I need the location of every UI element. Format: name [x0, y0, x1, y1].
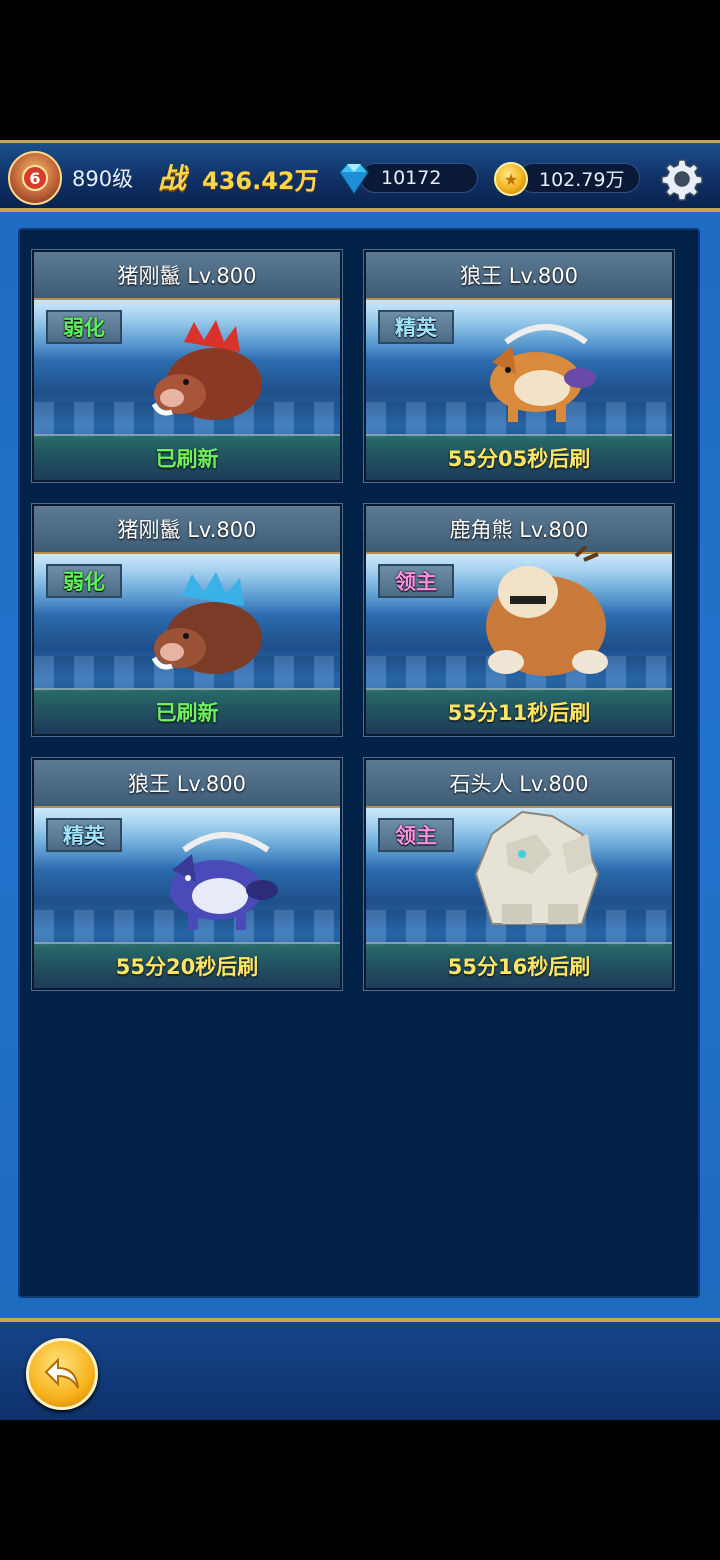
- monster-tag: 精英: [378, 310, 454, 344]
- gold-coin-icon: ★: [494, 162, 528, 196]
- monster-card[interactable]: 狼王 Lv.800 精英 55分05秒后刷: [363, 249, 675, 483]
- gem-counter[interactable]: 10172: [360, 163, 478, 193]
- refresh-status: 55分20秒后刷: [34, 942, 340, 988]
- player-level: 890级: [72, 167, 134, 191]
- monster-name: 猪刚鬣 Lv.800: [34, 252, 340, 300]
- blue-boar-icon: [151, 572, 262, 674]
- monster-name: 狼王 Lv.800: [366, 252, 672, 300]
- monster-name: 狼王 Lv.800: [34, 760, 340, 808]
- gem-count: 10172: [381, 167, 442, 189]
- rank-badge-icon[interactable]: 6: [8, 151, 62, 205]
- refresh-status: 55分16秒后刷: [366, 942, 672, 988]
- red-boar-icon: [151, 320, 262, 420]
- monster-card[interactable]: 石头人 Lv.800 领主 55分16秒后刷: [363, 757, 675, 991]
- gold-count: 102.79万: [539, 168, 625, 191]
- refresh-status: 55分11秒后刷: [366, 688, 672, 734]
- monster-card[interactable]: 狼王 Lv.800 精英 55分20秒后刷: [31, 757, 343, 991]
- back-button[interactable]: [26, 1338, 98, 1410]
- gold-counter[interactable]: 102.79万: [518, 163, 640, 193]
- monster-tag: 领主: [378, 818, 454, 852]
- stone-golem-icon: [474, 810, 600, 925]
- diamond-icon: [339, 163, 369, 195]
- back-arrow-icon: [44, 1357, 79, 1389]
- monster-card[interactable]: 鹿角熊 Lv.800 领主 55分11秒后刷: [363, 503, 675, 737]
- orange-wolf-icon: [490, 324, 596, 422]
- monster-tag: 弱化: [46, 564, 122, 598]
- refresh-status: 已刷新: [34, 688, 340, 734]
- monster-tag: 弱化: [46, 310, 122, 344]
- monster-card[interactable]: 猪刚鬣 Lv.800 弱化 已刷新: [31, 503, 343, 737]
- monster-tag: 领主: [378, 564, 454, 598]
- top-status-bar: 6 890级 战 436.42万 10172 102.79万 ★: [0, 140, 720, 212]
- refresh-status: 55分05秒后刷: [366, 434, 672, 480]
- monster-name: 石头人 Lv.800: [366, 760, 672, 808]
- power-icon: 战: [158, 162, 187, 195]
- rank-number: 6: [22, 165, 48, 191]
- antler-bear-icon: [486, 546, 608, 676]
- monster-name: 猪刚鬣 Lv.800: [34, 506, 340, 554]
- refresh-status: 已刷新: [34, 434, 340, 480]
- blue-wolf-icon: [170, 832, 278, 930]
- bottom-bar: [0, 1318, 720, 1420]
- monster-card[interactable]: 猪刚鬣 Lv.800 弱化 已刷新: [31, 249, 343, 483]
- power-value: 436.42万: [202, 167, 319, 195]
- monster-tag: 精英: [46, 818, 122, 852]
- gear-icon[interactable]: [660, 157, 704, 201]
